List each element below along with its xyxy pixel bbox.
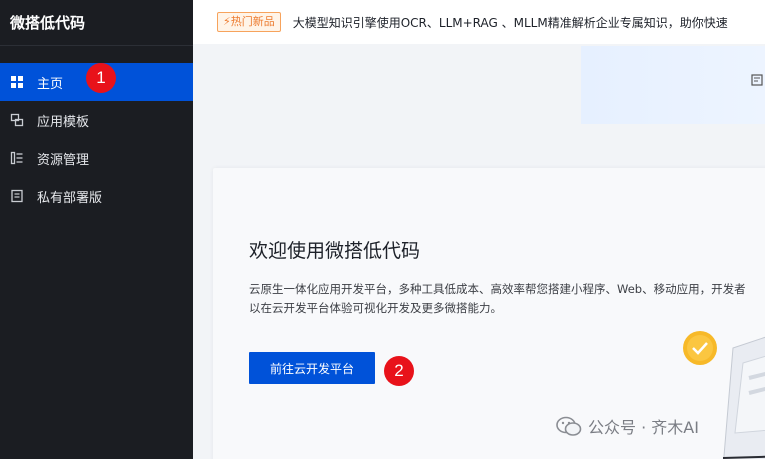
description-line: 云原生一体化应用开发平台，多种工具低成本、高效率帮您搭建小程序、Web、移动应用… bbox=[249, 282, 746, 296]
welcome-title: 欢迎使用微搭低代码 bbox=[249, 240, 421, 262]
document-icon bbox=[751, 74, 763, 86]
watermark: 公众号 · 齐木AI bbox=[556, 414, 699, 438]
sidebar-item-label: 资源管理 bbox=[37, 152, 90, 168]
go-to-cloud-platform-button[interactable]: 前往云开发平台 bbox=[249, 352, 375, 384]
watermark-text: 公众号 · 齐木AI bbox=[588, 418, 699, 437]
sidebar-item-label: 私有部署版 bbox=[37, 190, 103, 206]
lightning-icon: ⚡ bbox=[223, 15, 231, 28]
sidebar-item-templates[interactable]: 应用模板 bbox=[0, 101, 193, 139]
hot-tag[interactable]: ⚡热门新品 bbox=[217, 12, 281, 32]
banner[interactable] bbox=[581, 46, 765, 124]
main-content: 欢迎使用微搭低代码 云原生一体化应用开发平台，多种工具低成本、高效率帮您搭建小程… bbox=[193, 44, 765, 459]
sidebar-item-label: 应用模板 bbox=[37, 114, 90, 130]
sidebar-item-resources[interactable]: 资源管理 bbox=[0, 139, 193, 177]
hot-tag-label: 热门新品 bbox=[230, 15, 275, 28]
sidebar-item-label: 主页 bbox=[37, 76, 64, 92]
document-icon bbox=[10, 189, 24, 203]
brand-title: 微搭低代码 bbox=[0, 0, 193, 46]
notice-text[interactable]: 大模型知识引擎使用OCR、LLM+RAG 、MLLM精准解析企业专属知识，助你快… bbox=[293, 14, 728, 31]
notice-bar: ⚡热门新品 大模型知识引擎使用OCR、LLM+RAG 、MLLM精准解析企业专属… bbox=[193, 0, 765, 44]
resource-icon bbox=[10, 151, 24, 165]
wechat-icon bbox=[556, 416, 582, 436]
annotation-marker-1: 1 bbox=[86, 63, 116, 93]
annotation-marker-2: 2 bbox=[384, 356, 414, 386]
grid-icon bbox=[10, 75, 24, 89]
sidebar-item-private-deploy[interactable]: 私有部署版 bbox=[0, 177, 193, 215]
template-icon bbox=[10, 113, 24, 127]
